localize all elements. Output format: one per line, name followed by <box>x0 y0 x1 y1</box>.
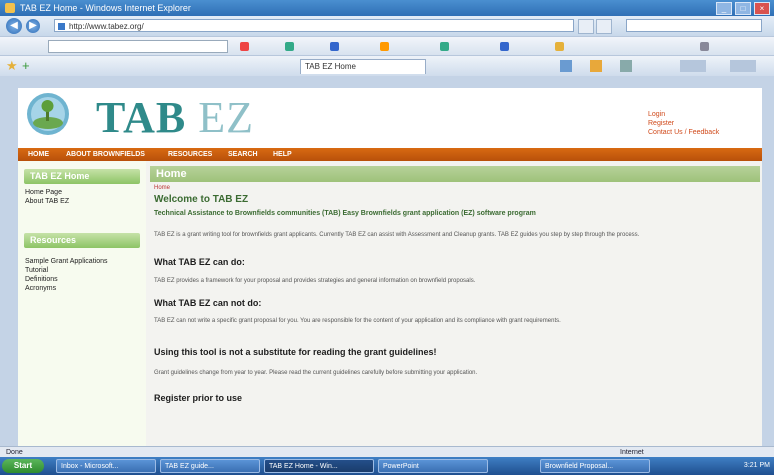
nav-resources[interactable]: RESOURCES <box>168 148 212 161</box>
sidebar-link-tutorial[interactable]: Tutorial <box>25 266 48 275</box>
toolbar-button-6[interactable] <box>500 41 512 52</box>
close-button[interactable]: × <box>754 2 770 15</box>
welcome-heading: Welcome to TAB EZ <box>154 194 249 205</box>
settings-icon[interactable] <box>700 41 712 52</box>
site-nav: HOME ABOUT BROWNFIELDS RESOURCES SEARCH … <box>18 148 762 161</box>
sidebar-heading-resources: Resources <box>24 233 140 248</box>
nav-search[interactable]: SEARCH <box>228 148 258 161</box>
window-titlebar: TAB EZ Home - Windows Internet Explorer … <box>0 0 774 16</box>
sidebar-link-acronyms[interactable]: Acronyms <box>25 284 56 293</box>
section-can-do-title: What TAB EZ can do: <box>154 257 245 267</box>
sidebar: TAB EZ Home Home Page About TAB EZ Resou… <box>18 161 146 450</box>
toolbar-button-7[interactable] <box>555 41 567 52</box>
taskbar-item-3[interactable]: TAB EZ Home - Win... <box>264 459 374 473</box>
google-search-input[interactable] <box>48 40 228 53</box>
content-heading-bar: Home <box>150 166 760 182</box>
search-input[interactable] <box>626 19 762 32</box>
taskbar: Start Inbox - Microsoft... TAB EZ guide.… <box>0 457 774 475</box>
browser-viewport: TAB EZ Login Register Contact Us / Feedb… <box>0 76 774 450</box>
toolbar-button-2[interactable] <box>285 41 297 52</box>
taskbar-item-2[interactable]: TAB EZ guide... <box>160 459 260 473</box>
sidebar-link-definitions[interactable]: Definitions <box>25 275 58 284</box>
web-page: TAB EZ Login Register Contact Us / Feedb… <box>18 88 762 450</box>
page-menu-button[interactable] <box>680 60 706 72</box>
toolbar-button-1[interactable] <box>240 41 252 52</box>
nav-about-brownfields[interactable]: ABOUT BROWNFIELDS <box>66 148 145 161</box>
home-icon[interactable] <box>560 60 572 72</box>
breadcrumb[interactable]: Home <box>154 185 170 191</box>
browser-tab[interactable]: TAB EZ Home <box>300 59 426 74</box>
window-title: TAB EZ Home - Windows Internet Explorer <box>20 3 191 13</box>
refresh-button[interactable] <box>578 19 594 34</box>
page-title: Home <box>156 168 187 180</box>
nav-help[interactable]: HELP <box>273 148 292 161</box>
login-link[interactable]: Login <box>648 110 719 119</box>
subtitle: Technical Assistance to Brownfields comm… <box>154 210 536 217</box>
browser-icon <box>5 3 15 13</box>
toolbar-button-4[interactable] <box>380 41 392 52</box>
section-guidelines-title: Using this tool is not a substitute for … <box>154 347 437 357</box>
section-cannot-do-title: What TAB EZ can not do: <box>154 298 262 308</box>
register-link[interactable]: Register <box>648 119 719 128</box>
top-links: Login Register Contact Us / Feedback <box>648 110 719 137</box>
start-button[interactable]: Start <box>2 459 44 473</box>
tab-title: TAB EZ Home <box>305 62 356 71</box>
google-toolbar <box>0 36 774 56</box>
address-text: http://www.tabez.org/ <box>69 22 144 31</box>
nav-home[interactable]: HOME <box>28 148 49 161</box>
forward-button[interactable]: ▶ <box>26 19 40 33</box>
tab-toolbar: ★ + TAB EZ Home <box>0 55 774 77</box>
section-register-title: Register prior to use <box>154 393 243 403</box>
minimize-button[interactable]: _ <box>716 2 732 15</box>
add-favorite-icon[interactable]: + <box>22 59 30 73</box>
address-field[interactable]: http://www.tabez.org/ <box>54 19 574 32</box>
contact-link[interactable]: Contact Us / Feedback <box>648 128 719 137</box>
site-brand: TAB EZ <box>96 96 254 140</box>
brand-ez: EZ <box>198 93 254 142</box>
section-guidelines-text: Grant guidelines change from year to yea… <box>154 370 478 376</box>
tab-ez-logo-icon <box>27 93 69 135</box>
sidebar-heading-home: TAB EZ Home <box>24 169 140 184</box>
maximize-button[interactable]: □ <box>735 2 751 15</box>
toolbar-button-5[interactable] <box>440 41 452 52</box>
page-favicon-icon <box>58 23 65 30</box>
sidebar-link-samples[interactable]: Sample Grant Applications <box>25 257 108 266</box>
favorites-star-icon[interactable]: ★ <box>6 59 18 73</box>
toolbar-button-3[interactable] <box>330 41 342 52</box>
taskbar-item-4[interactable]: PowerPoint <box>378 459 488 473</box>
system-clock: 3:21 PM <box>743 462 770 469</box>
taskbar-item-1[interactable]: Inbox - Microsoft... <box>56 459 156 473</box>
brand-tab: TAB <box>96 93 187 142</box>
address-toolbar: ◀ ▶ http://www.tabez.org/ <box>0 16 774 36</box>
taskbar-item-5[interactable]: Brownfield Proposal... <box>540 459 650 473</box>
section-can-do-text: TAB EZ provides a framework for your pro… <box>154 278 476 284</box>
stop-button[interactable] <box>596 19 612 34</box>
back-button[interactable]: ◀ <box>6 18 22 34</box>
intro-paragraph: TAB EZ is a grant writing tool for brown… <box>154 232 640 238</box>
sidebar-link-home-page[interactable]: Home Page <box>25 188 62 197</box>
sidebar-link-about[interactable]: About TAB EZ <box>25 197 69 206</box>
window-controls: _ □ × <box>716 2 770 15</box>
feeds-icon[interactable] <box>590 60 602 72</box>
print-icon[interactable] <box>620 60 632 72</box>
section-cannot-do-text: TAB EZ can not write a specific grant pr… <box>154 318 561 324</box>
tools-menu-button[interactable] <box>730 60 756 72</box>
main-content: Home Home Welcome to TAB EZ Technical As… <box>146 161 762 450</box>
